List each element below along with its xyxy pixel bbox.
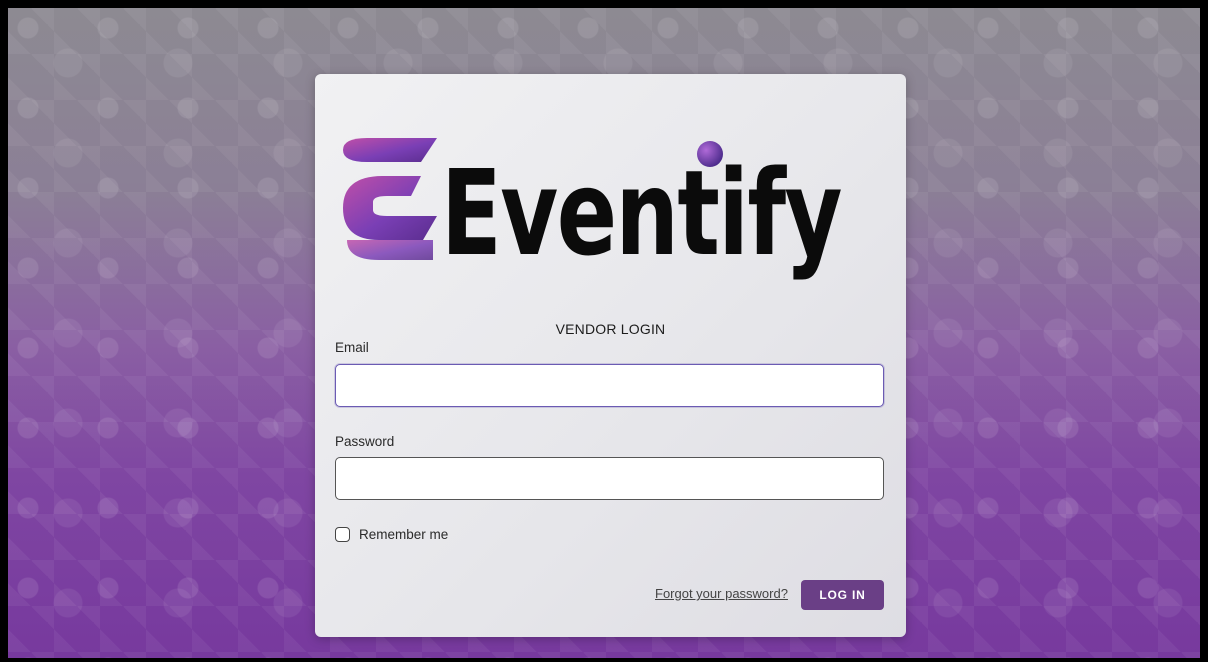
login-card: Eventify VENDOR LOGIN Email Password Rem… xyxy=(315,74,906,637)
logo-wordmark: Eventify xyxy=(441,144,841,282)
email-label: Email xyxy=(335,340,369,355)
stylized-e-icon xyxy=(343,138,437,260)
login-button[interactable]: LOG IN xyxy=(801,580,884,610)
remember-me-label: Remember me xyxy=(359,527,449,542)
email-field[interactable] xyxy=(335,364,884,407)
password-label: Password xyxy=(335,434,395,449)
form-title: VENDOR LOGIN xyxy=(555,321,666,337)
remember-me-checkbox[interactable] xyxy=(335,527,350,542)
logo-dot-icon xyxy=(697,141,723,167)
forgot-password-link[interactable]: Forgot your password? xyxy=(655,586,788,601)
eventify-logo: Eventify xyxy=(343,138,843,282)
password-field[interactable] xyxy=(335,457,884,500)
remember-me-row[interactable]: Remember me xyxy=(335,527,448,542)
